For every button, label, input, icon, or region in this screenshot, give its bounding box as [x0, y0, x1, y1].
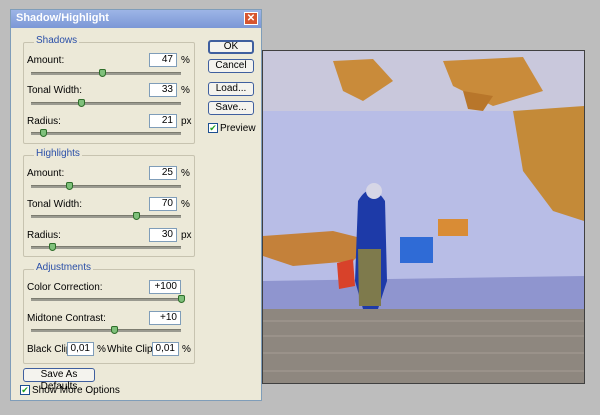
highlights-radius-input[interactable]: 30	[149, 228, 177, 242]
street-photo-image	[263, 51, 584, 383]
shadows-amount-input[interactable]: 47	[149, 53, 177, 67]
checkmark-icon: ✔	[209, 123, 217, 133]
cancel-button[interactable]: Cancel	[208, 59, 254, 73]
shadows-radius-input[interactable]: 21	[149, 114, 177, 128]
white-clip-label: White Clip:	[107, 344, 156, 355]
highlights-radius-slider[interactable]	[31, 243, 181, 251]
highlights-amount-input[interactable]: 25	[149, 166, 177, 180]
preview-label: Preview	[220, 123, 256, 134]
highlights-group-label: Highlights	[34, 148, 82, 159]
load-button[interactable]: Load...	[208, 82, 254, 96]
shadows-radius-unit: px	[181, 116, 192, 127]
midtone-contrast-slider-thumb[interactable]	[110, 326, 118, 334]
highlights-amount-slider-thumb[interactable]	[65, 182, 73, 190]
shadows-amount-slider[interactable]	[31, 69, 181, 77]
highlights-tonal-width-slider[interactable]	[31, 212, 181, 220]
black-clip-unit: %	[97, 344, 106, 355]
black-clip-input[interactable]: 0,01	[67, 342, 94, 356]
highlights-tonal-width-input[interactable]: 70	[149, 197, 177, 211]
shadows-radius-label: Radius:	[27, 116, 61, 127]
shadows-tonal-width-slider-thumb[interactable]	[77, 99, 85, 107]
highlights-radius-label: Radius:	[27, 230, 61, 241]
shadows-amount-label: Amount:	[27, 55, 65, 66]
dialog-title: Shadow/Highlight	[16, 12, 109, 24]
shadows-group-label: Shadows	[34, 35, 80, 46]
white-clip-unit: %	[182, 344, 191, 355]
highlights-tonal-width-slider-thumb[interactable]	[133, 212, 140, 220]
preview-checkbox[interactable]: ✔	[208, 123, 218, 133]
color-correction-label: Color Correction:	[27, 282, 103, 293]
show-more-options-checkbox[interactable]: ✔	[20, 385, 30, 395]
highlights-amount-slider[interactable]	[31, 182, 181, 190]
highlights-radius-unit: px	[181, 230, 192, 241]
shadows-amount-slider-thumb[interactable]	[98, 69, 106, 77]
highlights-tonal-width-label: Tonal Width:	[27, 199, 83, 210]
highlights-amount-label: Amount:	[27, 168, 65, 179]
red-bag-shape	[337, 259, 355, 289]
highlights-radius-slider-thumb[interactable]	[49, 243, 56, 251]
canvas-photo	[262, 50, 585, 384]
color-correction-slider[interactable]	[31, 295, 185, 303]
shadows-radius-slider[interactable]	[31, 129, 181, 137]
title-bar[interactable]: Shadow/Highlight ✕	[11, 10, 261, 28]
white-clip-input[interactable]: 0,01	[152, 342, 179, 356]
color-correction-input[interactable]: +100	[149, 280, 181, 294]
save-button[interactable]: Save...	[208, 101, 254, 115]
shadows-tonal-width-label: Tonal Width:	[27, 85, 83, 96]
shadows-radius-slider-thumb[interactable]	[40, 129, 47, 137]
show-more-options-label: Show More Options	[32, 385, 120, 396]
checkmark-icon: ✔	[21, 385, 29, 395]
blue-sign-shape	[400, 237, 433, 263]
highlights-amount-unit: %	[181, 168, 190, 179]
color-correction-slider-thumb[interactable]	[178, 295, 185, 303]
save-as-defaults-button[interactable]: Save As Defaults	[23, 368, 95, 392]
midtone-contrast-slider[interactable]	[31, 326, 181, 334]
ok-button[interactable]: OK	[208, 40, 254, 54]
highlights-tonal-width-unit: %	[181, 199, 190, 210]
shadows-tonal-width-unit: %	[181, 85, 190, 96]
midtone-contrast-input[interactable]: +10	[149, 311, 181, 325]
shadows-tonal-width-slider[interactable]	[31, 99, 181, 107]
midtone-contrast-label: Midtone Contrast:	[27, 313, 106, 324]
shadow-highlight-dialog: Shadow/Highlight ✕ Shadows Amount: 47 % …	[10, 9, 262, 401]
shadows-amount-unit: %	[181, 55, 190, 66]
close-icon[interactable]: ✕	[244, 12, 258, 25]
shadows-tonal-width-input[interactable]: 33	[149, 83, 177, 97]
adjustments-group-label: Adjustments	[34, 262, 94, 273]
